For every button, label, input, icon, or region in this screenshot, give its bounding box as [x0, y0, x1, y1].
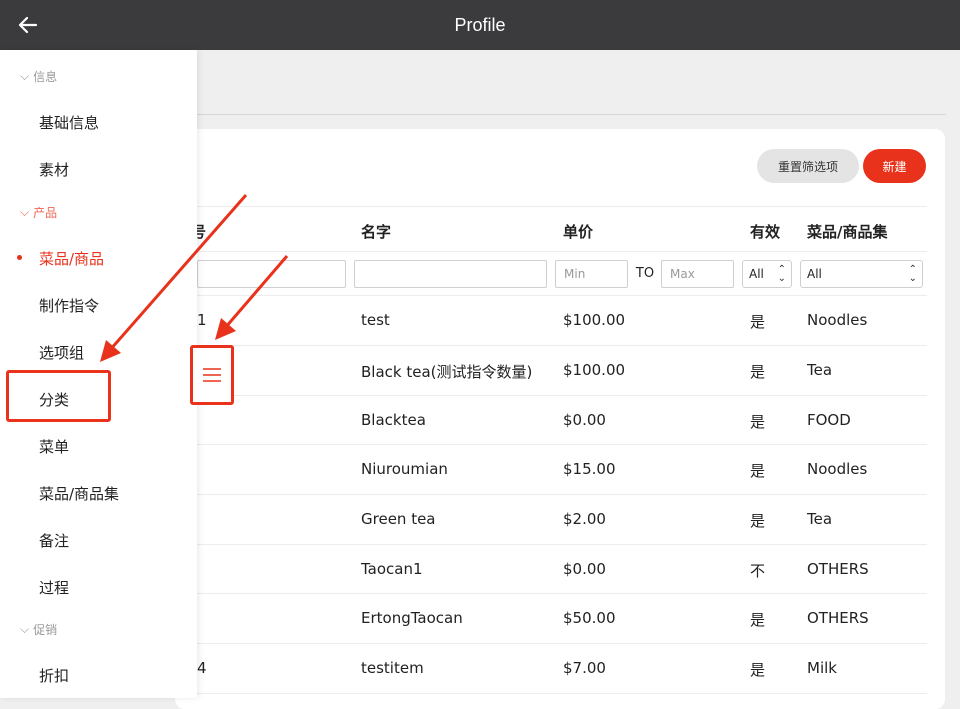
cell-valid: 是: [750, 413, 766, 431]
chevron-down-icon: ⌵: [20, 205, 30, 219]
divider: [197, 494, 927, 495]
divider: [197, 295, 927, 296]
highlight-box: [6, 370, 111, 422]
cell-price: $15.00: [563, 460, 616, 478]
cell-id: 1: [197, 311, 207, 329]
valid-filter-select[interactable]: All ⌃ ⌄: [742, 260, 792, 288]
sidebar-item-dish-collections[interactable]: 菜品/商品集: [39, 483, 119, 504]
divider: [197, 395, 927, 396]
cell-name: Black tea(测试指令数量): [361, 363, 533, 381]
name-filter-input[interactable]: [354, 260, 547, 288]
cell-name: Green tea: [361, 510, 436, 528]
sidebar-item-prep-instructions[interactable]: 制作指令: [39, 295, 99, 316]
cell-collection: Noodles: [807, 311, 868, 329]
menu-button[interactable]: [190, 345, 234, 405]
divider: [197, 251, 927, 252]
cell-price: $0.00: [563, 560, 606, 578]
price-max-input[interactable]: Max: [661, 260, 734, 288]
price-min-input[interactable]: Min: [555, 260, 628, 288]
cell-price: $2.00: [563, 510, 606, 528]
sidebar-item-materials[interactable]: 素材: [39, 159, 69, 180]
cell-valid: 是: [750, 462, 766, 480]
column-header-collection[interactable]: 菜品/商品集: [807, 221, 887, 242]
cell-collection: Tea: [807, 510, 833, 528]
cell-price: $100.00: [563, 361, 626, 379]
cell-price: $50.00: [563, 609, 616, 627]
cell-name: testitem: [361, 659, 424, 677]
new-button[interactable]: 新建: [863, 149, 926, 183]
collection-filter-value: All: [807, 267, 822, 281]
sidebar-item-dishes[interactable]: 菜品/商品: [39, 248, 104, 269]
collection-filter-select[interactable]: All ⌃ ⌄: [800, 260, 923, 288]
cell-collection: OTHERS: [807, 609, 869, 627]
sidebar-item-menus[interactable]: 菜单: [39, 436, 69, 457]
cell-valid: 是: [750, 313, 766, 331]
divider: [197, 345, 927, 346]
divider: [197, 643, 927, 644]
cell-valid: 是: [750, 512, 766, 530]
id-filter-input[interactable]: [197, 260, 346, 288]
cell-price: $7.00: [563, 659, 606, 677]
cell-name: test: [361, 311, 390, 329]
cell-valid: 是: [750, 661, 766, 679]
column-header-price[interactable]: 单价: [563, 221, 593, 242]
valid-filter-value: All: [749, 267, 764, 281]
sidebar-section-info[interactable]: ⌵ 信息: [20, 68, 57, 85]
cell-name: ErtongTaocan: [361, 609, 463, 627]
top-app-bar: Profile: [0, 0, 960, 50]
column-header-name[interactable]: 名字: [361, 221, 391, 242]
cell-name: Taocan1: [361, 560, 423, 578]
price-range-to-label: TO: [635, 266, 655, 281]
divider: [197, 693, 927, 694]
cell-collection: Milk: [807, 659, 837, 677]
cell-price: $0.00: [563, 411, 606, 429]
cell-valid: 是: [750, 363, 766, 381]
hamburger-menu-icon: [203, 368, 221, 382]
sidebar-item-notes[interactable]: 备注: [39, 530, 69, 551]
sidebar-section-label: 促销: [33, 623, 58, 637]
cell-name: Niuroumian: [361, 460, 448, 478]
product-table-card: 重置筛选项 新建 号 名字 单价 有效 菜品/商品集 Min TO Max Al…: [175, 129, 945, 709]
cell-name: Blacktea: [361, 411, 426, 429]
sidebar-section-label: 信息: [33, 70, 58, 84]
chevron-down-icon: ⌵: [20, 69, 30, 83]
active-indicator-dot: [17, 255, 22, 260]
sidebar-item-processes[interactable]: 过程: [39, 577, 69, 598]
sidebar-section-label: 产品: [33, 206, 58, 220]
sidebar-item-discounts[interactable]: 折扣: [39, 665, 69, 686]
reset-filters-button[interactable]: 重置筛选项: [757, 149, 859, 183]
sidebar-item-option-groups[interactable]: 选项组: [39, 342, 84, 363]
cell-collection: Tea: [807, 361, 833, 379]
header-divider: [197, 114, 946, 115]
divider: [197, 544, 927, 545]
cell-valid: 是: [750, 611, 766, 629]
page-title: Profile: [454, 15, 506, 35]
cell-valid: 不: [750, 562, 766, 580]
cell-id: 4: [197, 659, 207, 677]
cell-collection: FOOD: [807, 411, 851, 429]
select-arrows-icon: ⌃ ⌄: [908, 264, 917, 284]
chevron-down-icon: ⌵: [20, 622, 30, 636]
cell-collection: OTHERS: [807, 560, 869, 578]
sidebar-section-promotions[interactable]: ⌵ 促销: [20, 621, 57, 638]
divider: [197, 444, 927, 445]
select-arrows-icon: ⌃ ⌄: [777, 264, 786, 284]
divider: [197, 206, 927, 207]
sidebar-section-products[interactable]: ⌵ 产品: [20, 204, 57, 221]
divider: [197, 593, 927, 594]
cell-collection: Noodles: [807, 460, 868, 478]
column-header-valid[interactable]: 有效: [750, 221, 780, 242]
sidebar-item-basic-info[interactable]: 基础信息: [39, 112, 99, 133]
cell-price: $100.00: [563, 311, 626, 329]
